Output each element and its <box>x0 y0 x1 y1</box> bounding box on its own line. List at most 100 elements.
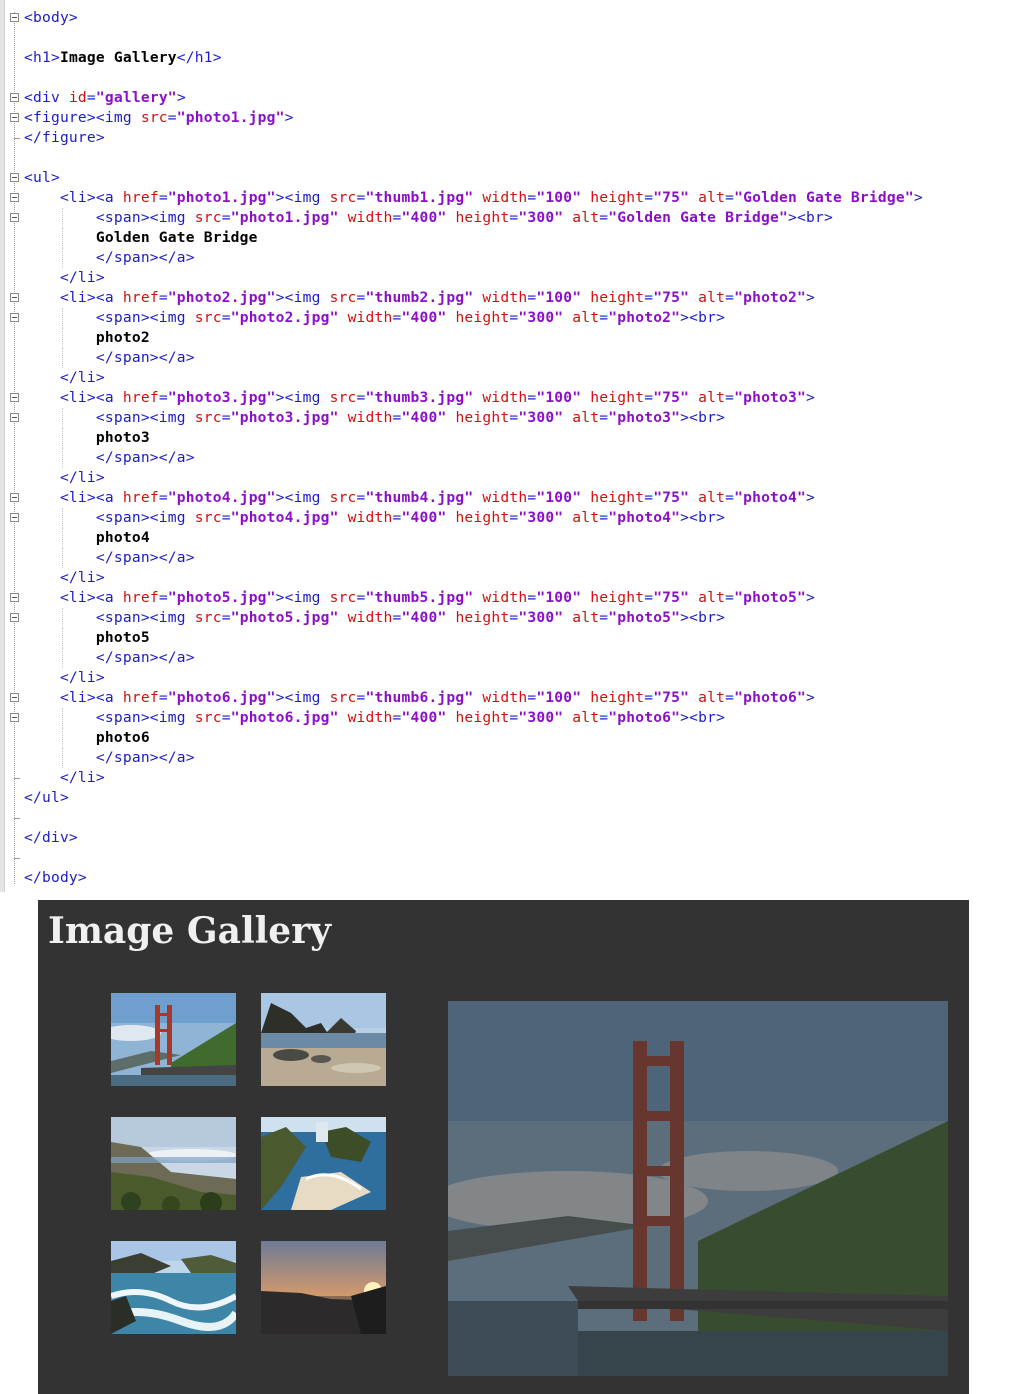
code-line: <span><img src="photo2.jpg" width="400" … <box>0 308 1034 328</box>
fold-toggle-icon[interactable] <box>10 713 19 722</box>
code-line: </div> <box>0 828 1034 848</box>
fold-toggle-icon[interactable] <box>10 313 19 322</box>
code-line: <li><a href="photo6.jpg"><img src="thumb… <box>0 688 1034 708</box>
code-token: = <box>725 389 735 406</box>
fold-toggle-icon[interactable] <box>10 213 19 222</box>
page-title: Image Gallery <box>48 910 332 952</box>
code-line: <div id="gallery"> <box>0 88 1034 108</box>
thumbnail-link-1[interactable] <box>111 993 236 1086</box>
code-token: alt <box>698 689 726 706</box>
code-token: alt <box>572 409 600 426</box>
fold-toggle-icon[interactable] <box>10 613 19 622</box>
fold-toggle-icon[interactable] <box>10 293 19 302</box>
code-token: "Golden Gate Bridge" <box>608 209 788 226</box>
fold-toggle-icon[interactable] <box>10 13 19 22</box>
code-token: ><img <box>275 689 330 706</box>
code-token: <figure><img <box>24 109 141 126</box>
fold-toggle-icon[interactable] <box>10 93 19 102</box>
main-photo-dim-overlay <box>448 1001 948 1376</box>
code-token: "300" <box>518 409 564 426</box>
code-token: "400" <box>401 709 447 726</box>
code-token: width <box>482 289 528 306</box>
code-token: photo2 <box>24 329 150 346</box>
code-token: > <box>176 89 186 106</box>
code-text: </div> <box>24 828 78 848</box>
code-token: = <box>509 209 519 226</box>
code-line: <li><a href="photo3.jpg"><img src="thumb… <box>0 388 1034 408</box>
code-text: <li><a href="photo2.jpg"><img src="thumb… <box>24 288 815 308</box>
code-line: photo3 <box>0 428 1034 448</box>
fold-toggle-icon[interactable] <box>10 413 19 422</box>
code-token: ><br> <box>788 209 833 226</box>
code-token: "75" <box>653 689 690 706</box>
code-token: alt <box>698 389 726 406</box>
code-token: width <box>347 709 393 726</box>
code-token: width <box>347 309 393 326</box>
code-text: photo3 <box>24 428 150 448</box>
thumbnail-link-5[interactable] <box>111 1241 236 1334</box>
code-token: = <box>221 209 231 226</box>
code-token: = <box>221 509 231 526</box>
fold-toggle-icon[interactable] <box>10 193 19 202</box>
code-line: </li> <box>0 568 1034 588</box>
code-text: photo6 <box>24 728 150 748</box>
code-token: src <box>194 509 222 526</box>
fold-toggle-icon[interactable] <box>10 493 19 502</box>
code-line: <ul> <box>0 168 1034 188</box>
code-editor[interactable]: <body> <h1>Image Gallery</h1> <div id="gal… <box>0 0 1034 892</box>
code-token: ><img <box>275 489 330 506</box>
code-token: src <box>329 689 357 706</box>
fold-toggle-icon[interactable] <box>10 513 19 522</box>
code-token: "300" <box>518 609 564 626</box>
code-text: photo5 <box>24 628 150 648</box>
thumbnail-image-cove <box>261 1117 386 1210</box>
code-line: <figure><img src="photo1.jpg"> <box>0 108 1034 128</box>
code-token: <span><img <box>24 709 195 726</box>
code-token: > <box>806 289 815 306</box>
code-line: <span><img src="photo5.jpg" width="400" … <box>0 608 1034 628</box>
code-token: src <box>329 289 357 306</box>
code-token: "Golden Gate Bridge" <box>734 189 914 206</box>
code-line: photo2 <box>0 328 1034 348</box>
code-token: alt <box>698 489 726 506</box>
code-token: = <box>221 409 231 426</box>
fold-toggle-icon[interactable] <box>10 693 19 702</box>
fold-toggle-icon[interactable] <box>10 593 19 602</box>
code-token: </h1> <box>176 49 222 66</box>
code-token: "400" <box>401 509 447 526</box>
code-token: "photo5.jpg" <box>167 589 276 606</box>
thumbnail-link-3[interactable] <box>111 1117 236 1210</box>
fold-toggle-icon[interactable] <box>10 113 19 122</box>
code-token: > <box>806 689 815 706</box>
code-text: <ul> <box>24 168 60 188</box>
code-token: </body> <box>24 869 87 886</box>
code-token: </ul> <box>24 789 69 806</box>
thumbnail-link-6[interactable] <box>261 1241 386 1334</box>
thumbnail-image-rocky-beach <box>261 993 386 1086</box>
code-token: </span></a> <box>24 349 195 366</box>
code-token: "photo4" <box>734 489 806 506</box>
fold-toggle-icon[interactable] <box>10 173 19 182</box>
code-token: "75" <box>653 489 690 506</box>
thumbnail-link-4[interactable] <box>261 1117 386 1210</box>
code-token: "thumb5.jpg" <box>365 589 474 606</box>
code-token: <div <box>24 89 69 106</box>
thumbnail-link-2[interactable] <box>261 993 386 1086</box>
code-token: = <box>527 589 537 606</box>
code-text: </span></a> <box>24 348 195 368</box>
code-token: height <box>455 709 510 726</box>
code-token: </li> <box>24 469 105 486</box>
code-token: = <box>725 589 735 606</box>
code-token: "photo5" <box>734 589 806 606</box>
code-line: <span><img src="photo6.jpg" width="400" … <box>0 708 1034 728</box>
code-token: height <box>455 509 510 526</box>
fold-toggle-icon[interactable] <box>10 393 19 402</box>
